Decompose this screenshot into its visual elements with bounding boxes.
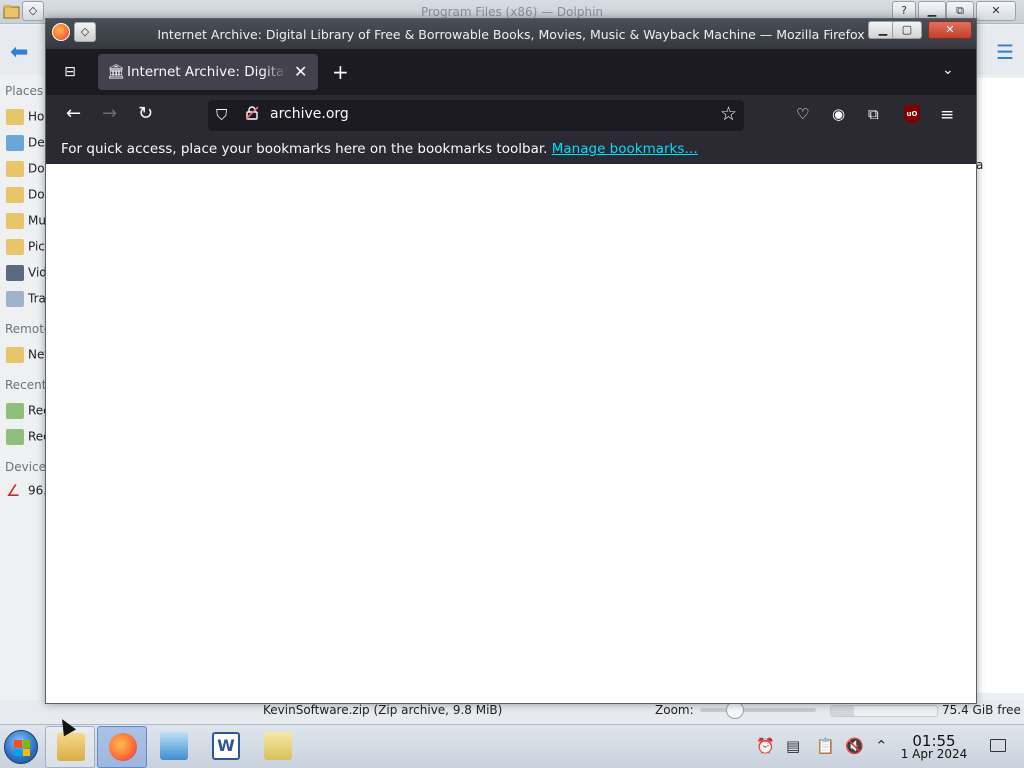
insecure-lock-icon[interactable] — [246, 106, 258, 120]
tab-internet-archive[interactable]: 🏛 Internet Archive: Digital Library of F… — [98, 54, 318, 90]
volume-muted-icon[interactable]: 🔇 — [845, 737, 864, 755]
bookmark-star-icon[interactable]: ☆ — [720, 103, 737, 125]
music-folder-icon — [6, 213, 24, 229]
home-folder-icon — [6, 109, 24, 125]
place-item-recent-locations[interactable]: Recent Locations — [6, 429, 46, 449]
firefox-titlebar[interactable]: ◇ Internet Archive: Digital Library of F… — [46, 19, 976, 49]
free-space-bar — [830, 705, 938, 717]
place-item-trash[interactable]: Trash — [6, 291, 46, 311]
place-item-pictures[interactable]: Pictures — [6, 239, 46, 259]
notes-icon — [264, 732, 292, 760]
navigation-toolbar: ← → ↻ ⛉ archive.org ☆ ♡ ◉ ⧉ uO ≡ — [46, 95, 976, 135]
network-folder-icon — [6, 347, 24, 363]
videos-folder-icon — [6, 265, 24, 281]
ublock-origin-icon[interactable]: uO — [904, 105, 920, 123]
show-desktop-icon[interactable] — [990, 739, 1006, 752]
trash-icon — [6, 291, 24, 307]
recent-files-icon — [6, 403, 24, 419]
dolphin-close-button[interactable]: ✕ — [976, 1, 1016, 21]
tab-bar: ⊟ 🏛 Internet Archive: Digital Library of… — [46, 49, 976, 95]
maximize-button[interactable]: ▢ — [892, 21, 922, 39]
zoom-label: Zoom: — [655, 703, 694, 717]
account-icon[interactable]: ◉ — [832, 105, 845, 123]
tray-expand-chevron-icon[interactable]: ⌃ — [875, 737, 888, 755]
bookmarks-toolbar: For quick access, place your bookmarks h… — [46, 135, 976, 164]
recent-header: Recent — [5, 378, 47, 392]
notification-bell-icon[interactable]: ⏰ — [756, 737, 775, 755]
remote-desktop-icon — [160, 732, 188, 760]
archive-building-icon: 🏛 — [107, 64, 125, 80]
hamburger-menu-icon[interactable]: ☰ — [996, 40, 1014, 64]
recent-locations-icon — [6, 429, 24, 445]
downloads-folder-icon — [6, 187, 24, 203]
device-notifier-icon[interactable]: ▤ — [786, 737, 800, 755]
place-item-documents[interactable]: Documents — [6, 161, 46, 181]
windows-flag-icon — [14, 740, 30, 756]
dolphin-title: Program Files (x86) — Dolphin — [420, 5, 604, 19]
firefox-view-icon[interactable]: ⊟ — [60, 63, 80, 81]
firefox-window: ◇ Internet Archive: Digital Library of F… — [45, 18, 977, 704]
word-icon: W — [212, 732, 240, 760]
window-title: Internet Archive: Digital Library of Fre… — [157, 27, 865, 42]
clipboard-icon[interactable]: 📋 — [816, 737, 835, 755]
place-item-music[interactable]: Music — [6, 213, 46, 233]
reload-icon[interactable]: ↻ — [138, 104, 153, 124]
list-all-tabs-chevron-icon[interactable]: ⌄ — [942, 62, 954, 78]
new-tab-plus-icon[interactable]: + — [332, 60, 349, 84]
file-view-text-fragment: a — [976, 158, 984, 172]
free-space-text: 75.4 GiB free — [942, 703, 1021, 717]
place-item-hard-drive[interactable]: ∠96.0 GiB Hard Drive — [6, 483, 46, 503]
tracking-protection-shield-icon[interactable]: ⛉ — [216, 106, 227, 124]
free-space-fill — [831, 706, 855, 716]
status-text: KevinSoftware.zip (Zip archive, 9.8 MiB) — [263, 703, 503, 717]
zoom-slider[interactable] — [700, 708, 816, 712]
forward-icon[interactable]: → — [102, 104, 117, 124]
back-icon[interactable]: ← — [66, 104, 81, 124]
task-notes[interactable] — [253, 726, 303, 768]
close-button[interactable]: ✕ — [928, 21, 972, 39]
clock-date[interactable]: 1 Apr 2024 — [898, 747, 970, 761]
pocket-icon[interactable]: ♡ — [796, 105, 809, 123]
place-item-recent-files[interactable]: Recent Files — [6, 403, 46, 423]
page-content-area[interactable] — [46, 164, 976, 703]
bookmarks-hint-text: For quick access, place your bookmarks h… — [61, 141, 548, 157]
tab-close-icon[interactable]: ✕ — [294, 62, 307, 81]
place-item-desktop[interactable]: Desktop — [6, 135, 46, 155]
taskbar: W ⏰ ▤ 📋 🔇 ⌃ — [0, 724, 1024, 768]
place-item-downloads[interactable]: Downloads — [6, 187, 46, 207]
task-firefox[interactable] — [97, 726, 147, 768]
extensions-puzzle-icon[interactable]: ⧉ — [868, 105, 879, 123]
firefox-icon — [109, 733, 137, 761]
place-item-videos[interactable]: Videos — [6, 265, 46, 285]
hard-drive-icon: ∠ — [6, 483, 21, 500]
start-menu-button[interactable] — [4, 730, 38, 764]
place-item-network[interactable]: Network — [6, 347, 46, 367]
pictures-folder-icon — [6, 239, 24, 255]
task-word[interactable]: W — [201, 726, 251, 768]
desktop-icon — [6, 135, 24, 151]
places-header: Places — [5, 84, 44, 98]
bookmarks-toolbar-message: For quick access, place your bookmarks h… — [61, 141, 698, 157]
url-text[interactable]: archive.org — [270, 106, 349, 122]
tab-title: Internet Archive: Digital Library of Fre… — [127, 64, 287, 80]
back-arrow-icon[interactable]: ⬅ — [10, 40, 28, 65]
folder-icon — [57, 733, 85, 761]
app-menu-hamburger-icon[interactable]: ≡ — [940, 105, 954, 125]
documents-folder-icon — [6, 161, 24, 177]
manage-bookmarks-link[interactable]: Manage bookmarks… — [552, 141, 698, 157]
task-remote-desktop[interactable] — [149, 726, 199, 768]
place-item-home[interactable]: Home — [6, 109, 46, 129]
